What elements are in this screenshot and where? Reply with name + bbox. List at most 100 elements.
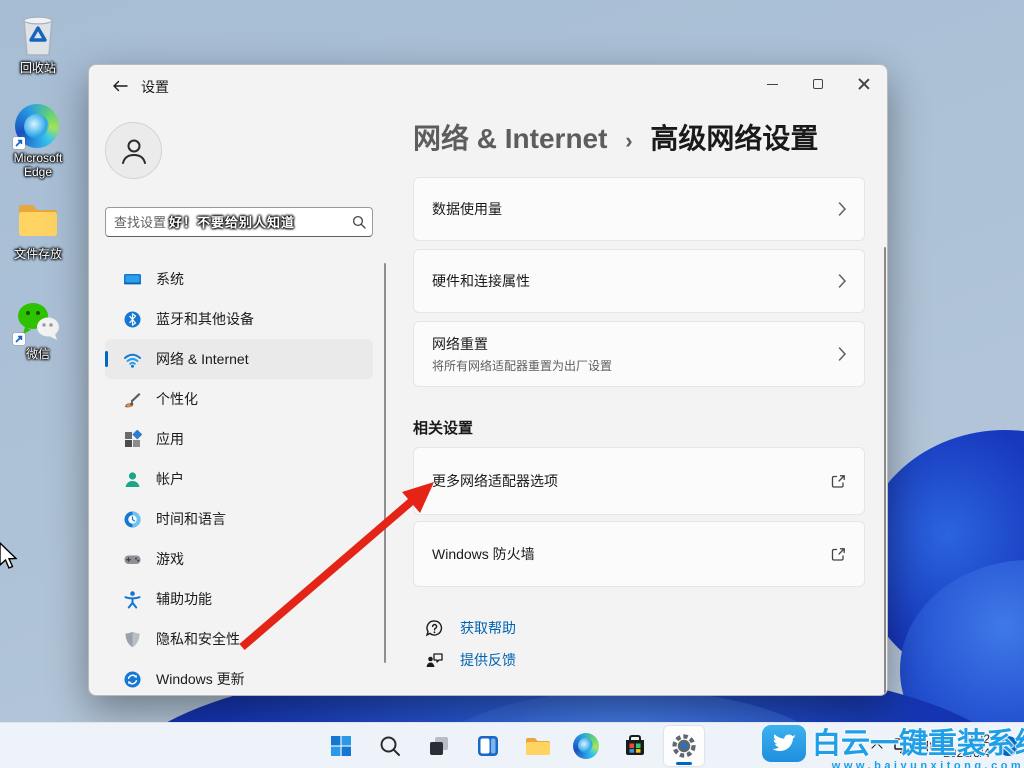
watermark-title: 白云一键重装系统 <box>812 720 1024 762</box>
maximize-button[interactable] <box>795 65 841 103</box>
sidebar-item-windows-update[interactable]: Windows 更新 <box>105 659 373 696</box>
edge-icon <box>573 733 599 759</box>
task-view-button[interactable] <box>419 726 459 766</box>
window-title: 设置 <box>141 77 169 97</box>
bluetooth-icon <box>123 310 142 329</box>
microsoft-store-button[interactable] <box>615 726 655 766</box>
desktop-icon-recycle-bin[interactable]: 回收站 <box>2 14 74 75</box>
sidebar-item-label: 蓝牙和其他设备 <box>156 309 254 329</box>
card-title: 网络重置 <box>432 334 838 354</box>
card-data-usage[interactable]: 数据使用量 <box>413 177 865 241</box>
sidebar-item-label: 网络 & Internet <box>156 349 249 369</box>
folder-icon <box>15 200 61 244</box>
person-icon <box>119 136 149 166</box>
sidebar-item-label: 隐私和安全性 <box>156 629 240 649</box>
close-button[interactable] <box>841 65 887 103</box>
update-sync-icon <box>123 670 142 689</box>
sidebar-item-label: Windows 更新 <box>156 669 245 689</box>
apps-icon <box>123 430 142 449</box>
shield-icon <box>123 630 142 649</box>
card-subtitle: 将所有网络适配器重置为出厂设置 <box>432 357 838 374</box>
sidebar-item-label: 帐户 <box>156 469 184 489</box>
sidebar-item-apps[interactable]: 应用 <box>105 419 373 459</box>
desktop-icon-label: 文件存放 <box>2 247 74 261</box>
chevron-right-icon <box>838 202 846 216</box>
help-question-icon <box>425 619 444 638</box>
card-title: 更多网络适配器选项 <box>432 471 831 491</box>
back-arrow-icon <box>112 80 128 92</box>
give-feedback-link[interactable]: 提供反馈 <box>425 650 516 670</box>
external-link-icon <box>831 547 846 562</box>
breadcrumb: 网络 & Internet › 高级网络设置 <box>413 117 818 157</box>
watermark-url: www.baiyunxitong.com <box>832 760 1024 768</box>
card-more-network-adapter-options[interactable]: 更多网络适配器选项 <box>413 447 865 515</box>
card-network-reset[interactable]: 网络重置 将所有网络适配器重置为出厂设置 <box>413 321 865 387</box>
accessibility-person-icon <box>123 590 142 609</box>
card-title: 数据使用量 <box>432 199 838 219</box>
sidebar-item-label: 时间和语言 <box>156 509 226 529</box>
card-hardware-connection-properties[interactable]: 硬件和连接属性 <box>413 249 865 313</box>
search-icon <box>378 734 402 758</box>
external-link-icon <box>831 474 846 489</box>
sidebar-item-label: 游戏 <box>156 549 184 569</box>
sidebar-item-time-language[interactable]: 时间和语言 <box>105 499 373 539</box>
desktop-icon-wechat[interactable]: 微信 <box>2 300 74 361</box>
system-icon <box>123 270 142 289</box>
chevron-right-icon <box>838 347 846 361</box>
titlebar[interactable]: 设置 <box>89 65 887 105</box>
edge-icon <box>15 104 61 148</box>
sidebar-item-privacy-security[interactable]: 隐私和安全性 <box>105 619 373 659</box>
section-header-related-settings: 相关设置 <box>413 417 473 438</box>
settings-button-active[interactable] <box>664 726 704 766</box>
sidebar-item-accessibility[interactable]: 辅助功能 <box>105 579 373 619</box>
account-person-icon <box>123 470 142 489</box>
sidebar-item-gaming[interactable]: 游戏 <box>105 539 373 579</box>
give-feedback-label: 提供反馈 <box>460 650 516 670</box>
breadcrumb-parent[interactable]: 网络 & Internet <box>413 123 607 154</box>
wechat-icon <box>15 300 61 344</box>
watermark: 白云一键重装系统 www.baiyunxitong.com <box>762 720 1024 768</box>
card-title: Windows 防火墙 <box>432 544 831 564</box>
settings-gear-icon <box>671 733 697 759</box>
desktop-icon-label: 回收站 <box>2 61 74 75</box>
sidebar-item-accounts[interactable]: 帐户 <box>105 459 373 499</box>
sidebar-scrollbar[interactable] <box>384 263 386 663</box>
settings-sidebar: 系统 蓝牙和其他设备 网络 & Internet <box>105 259 373 696</box>
card-windows-firewall[interactable]: Windows 防火墙 <box>413 521 865 587</box>
back-button[interactable] <box>103 73 137 99</box>
sidebar-item-network-internet[interactable]: 网络 & Internet <box>105 339 373 379</box>
desktop-icon-file-folder[interactable]: 文件存放 <box>2 200 74 261</box>
shortcut-arrow-icon <box>13 137 25 149</box>
sidebar-item-label: 应用 <box>156 429 184 449</box>
minimize-button[interactable] <box>749 65 795 103</box>
get-help-link[interactable]: 获取帮助 <box>425 618 516 638</box>
start-button[interactable] <box>321 726 361 766</box>
sidebar-item-label: 个性化 <box>156 389 198 409</box>
sidebar-item-bluetooth-devices[interactable]: 蓝牙和其他设备 <box>105 299 373 339</box>
pasted-photo: 好！不要给别人知道 <box>168 105 296 234</box>
chevron-right-icon <box>838 274 846 288</box>
windows-logo-icon <box>329 734 353 758</box>
watermark-bird-icon <box>762 725 806 762</box>
edge-button[interactable] <box>566 726 606 766</box>
sidebar-item-label: 系统 <box>156 269 184 289</box>
store-icon <box>623 734 647 758</box>
search-icon <box>346 215 372 229</box>
sidebar-item-personalization[interactable]: 个性化 <box>105 379 373 419</box>
widgets-button[interactable] <box>468 726 508 766</box>
desktop-icon-microsoft-edge[interactable]: Microsoft Edge <box>2 104 74 179</box>
photo-caption: 好！不要给别人知道 <box>168 212 296 231</box>
page-title: 高级网络设置 <box>650 123 818 154</box>
user-avatar[interactable] <box>105 122 162 179</box>
desktop-icon-label: Microsoft Edge <box>2 151 74 179</box>
close-icon <box>858 78 870 90</box>
file-explorer-button[interactable] <box>517 726 557 766</box>
settings-window: 设置 好！不要给别人知道 <box>88 64 888 696</box>
widgets-icon <box>476 734 500 758</box>
content-scrollbar[interactable] <box>884 247 886 694</box>
card-title: 硬件和连接属性 <box>432 271 838 291</box>
taskbar-search-button[interactable] <box>370 726 410 766</box>
clock-globe-icon <box>123 510 142 529</box>
maximize-icon <box>813 79 823 89</box>
sidebar-item-system[interactable]: 系统 <box>105 259 373 299</box>
